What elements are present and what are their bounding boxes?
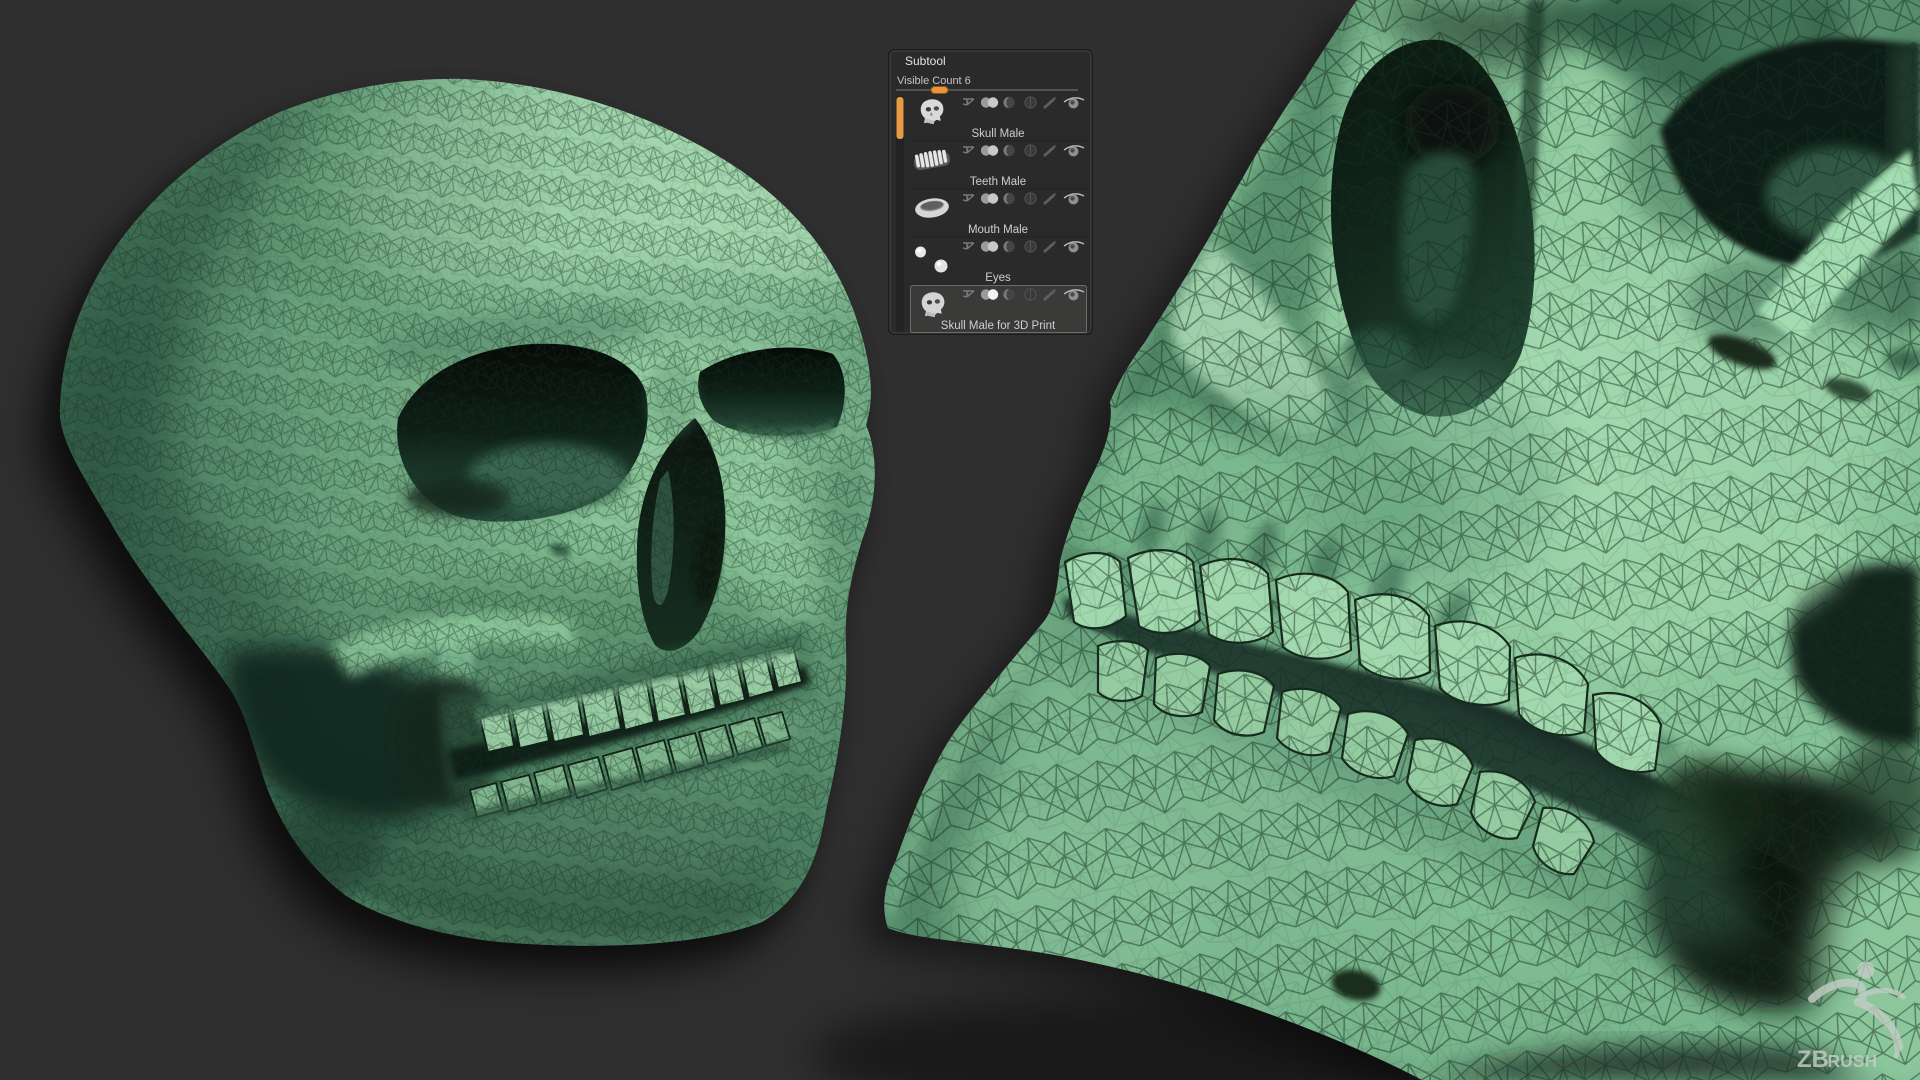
svg-text:Subtool: Subtool [905, 54, 946, 68]
svg-text:ZB: ZB [1797, 1046, 1829, 1073]
svg-text:Visible Count 6: Visible Count 6 [897, 75, 971, 87]
svg-text:Teeth Male: Teeth Male [970, 176, 1026, 188]
svg-text:Eyes: Eyes [985, 272, 1011, 284]
svg-text:Mouth Male: Mouth Male [968, 224, 1028, 236]
svg-text:Skull Male for 3D Print: Skull Male for 3D Print [941, 320, 1056, 332]
svg-text:RUSH: RUSH [1828, 1051, 1878, 1071]
svg-text:Skull Male: Skull Male [971, 128, 1024, 140]
